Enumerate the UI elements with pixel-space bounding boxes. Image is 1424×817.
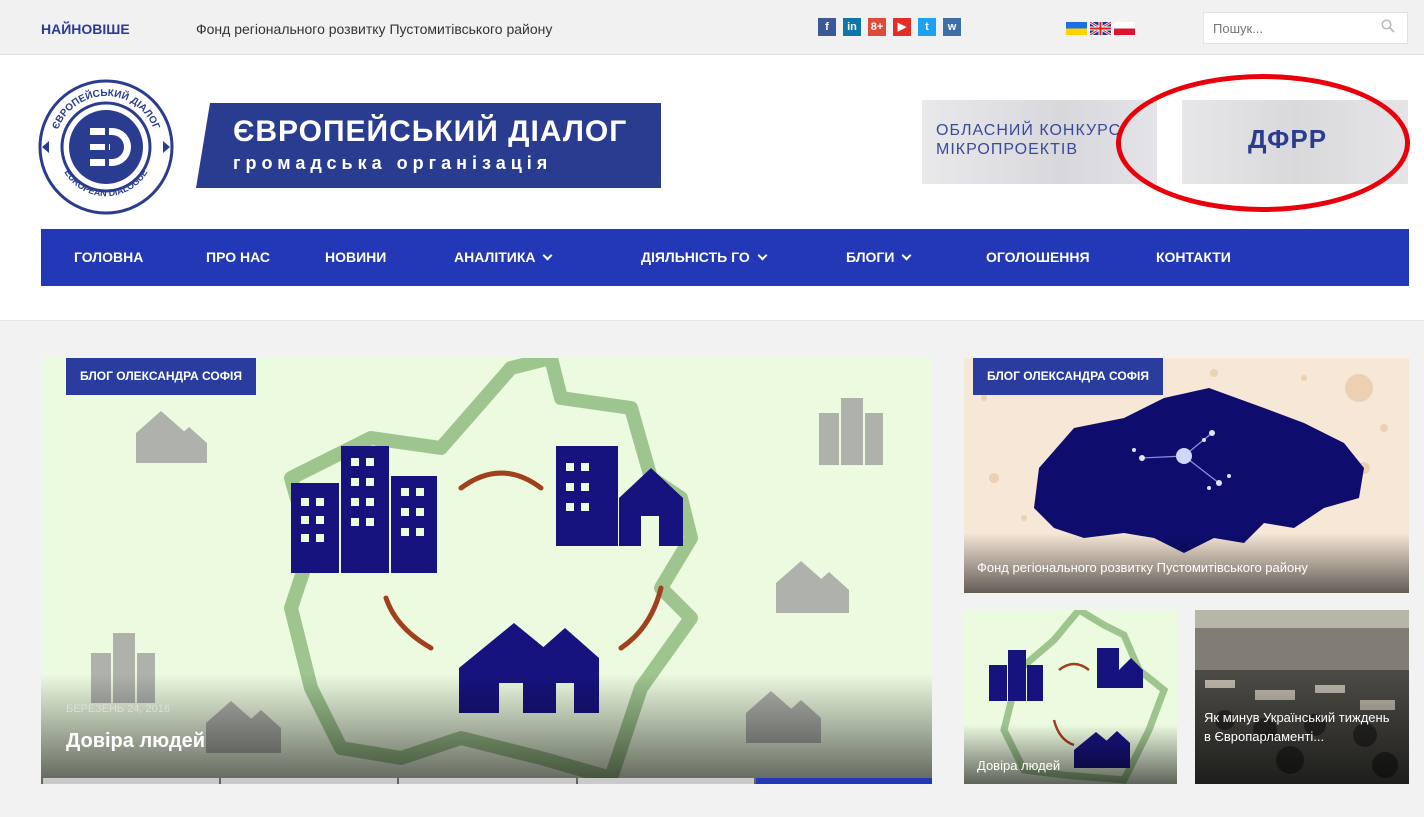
search-box	[1203, 12, 1408, 44]
slider-pagination	[43, 778, 933, 784]
poland-flag-icon[interactable]	[1114, 22, 1135, 35]
post-date: БЕРЕЗЕНЬ 24, 2016	[66, 703, 171, 715]
nav-label: ОГОЛОШЕННЯ	[986, 249, 1090, 265]
nav-label: НОВИНИ	[325, 249, 387, 265]
chevron-down-icon	[757, 250, 768, 261]
side-card-bottom-left[interactable]: Довіра людей	[964, 610, 1177, 784]
nav-label: ГОЛОВНА	[74, 249, 144, 265]
nav-item-home[interactable]: ГОЛОВНА	[74, 229, 143, 286]
search-icon[interactable]	[1381, 19, 1395, 33]
language-flags	[1066, 22, 1135, 35]
side-card-bottom-right[interactable]: Як минув Український тиждень в Європарла…	[1195, 610, 1409, 784]
latest-label: НАЙНОВІШЕ	[41, 21, 130, 37]
red-highlight-ellipse	[1116, 74, 1410, 212]
post-title[interactable]: Як минув Український тиждень в Європарла…	[1204, 708, 1394, 746]
nav-item-activity[interactable]: ДІЯЛЬНІСТЬ ГО	[641, 229, 768, 286]
logo-title: ЄВРОПЕЙСЬКИЙ ДІАЛОГ	[233, 115, 628, 148]
search-input[interactable]	[1204, 13, 1364, 43]
post-title[interactable]: Довіра людей	[66, 730, 205, 753]
category-tag[interactable]: БЛОГ ОЛЕКСАНДРА СОФІЯ	[973, 358, 1163, 395]
logo-subtitle: громадська організація	[233, 153, 553, 173]
social-links: f in 8+ ▶ t w	[818, 18, 961, 36]
banner-notch	[196, 103, 210, 188]
nav-label: БЛОГИ	[846, 249, 895, 265]
google-plus-icon[interactable]: 8+	[868, 18, 886, 36]
twitter-icon[interactable]: t	[918, 18, 936, 36]
linkedin-icon[interactable]: in	[843, 18, 861, 36]
post-title[interactable]: Фонд регіонального розвитку Пустомитівсь…	[977, 560, 1308, 575]
main-nav: ГОЛОВНА ПРО НАС НОВИНИ АНАЛІТИКА ДІЯЛЬНІ…	[41, 229, 1409, 286]
nav-item-blogs[interactable]: БЛОГИ	[846, 229, 912, 286]
chevron-down-icon	[543, 250, 553, 261]
post-title[interactable]: Довіра людей	[977, 758, 1060, 773]
facebook-icon[interactable]: f	[818, 18, 836, 36]
top-bar: НАЙНОВІШЕ Фонд регіонального розвитку Пу…	[0, 0, 1424, 55]
nav-item-news[interactable]: НОВИНИ	[325, 229, 386, 286]
nav-label: КОНТАКТИ	[1156, 249, 1231, 265]
logo-banner[interactable]: ЄВРОПЕЙСЬКИЙ ДІАЛОГ громадська організац…	[196, 103, 661, 188]
chevron-down-icon	[901, 250, 912, 261]
slide-dot[interactable]	[43, 778, 220, 784]
nav-item-announcements[interactable]: ОГОЛОШЕННЯ	[986, 229, 1090, 286]
side-card-top[interactable]: БЛОГ ОЛЕКСАНДРА СОФІЯ Фонд регіонального…	[964, 358, 1409, 593]
ukraine-flag-icon[interactable]	[1066, 22, 1087, 35]
nav-label: АНАЛІТИКА	[454, 249, 536, 265]
youtube-icon[interactable]: ▶	[893, 18, 911, 36]
uk-flag-icon[interactable]	[1090, 22, 1111, 35]
nav-item-analytics[interactable]: АНАЛІТИКА	[454, 229, 553, 286]
slide-dot[interactable]	[577, 778, 754, 784]
category-tag[interactable]: БЛОГ ОЛЕКСАНДРА СОФІЯ	[66, 358, 256, 395]
slide-dot[interactable]	[399, 778, 576, 784]
nav-item-about[interactable]: ПРО НАС	[206, 229, 270, 286]
slide-dot[interactable]	[221, 778, 398, 784]
latest-headline-link[interactable]: Фонд регіонального розвитку Пустомитівсь…	[196, 21, 552, 37]
slide-dot-active[interactable]	[755, 778, 933, 784]
caption-gradient	[964, 724, 1177, 784]
nav-label: ПРО НАС	[206, 249, 270, 265]
featured-slide[interactable]: БЛОГ ОЛЕКСАНДРА СОФІЯ БЕРЕЗЕНЬ 24, 2016 …	[41, 358, 932, 784]
nav-label: ДІЯЛЬНІСТЬ ГО	[641, 249, 750, 265]
nav-item-contacts[interactable]: КОНТАКТИ	[1156, 229, 1231, 286]
vk-icon[interactable]: w	[943, 18, 961, 36]
logo-emblem[interactable]: ЄВРОПЕЙСЬКИЙ ДІАЛОГ EUROPEAN DIALOGUE	[37, 78, 175, 216]
caption-gradient	[41, 674, 932, 784]
